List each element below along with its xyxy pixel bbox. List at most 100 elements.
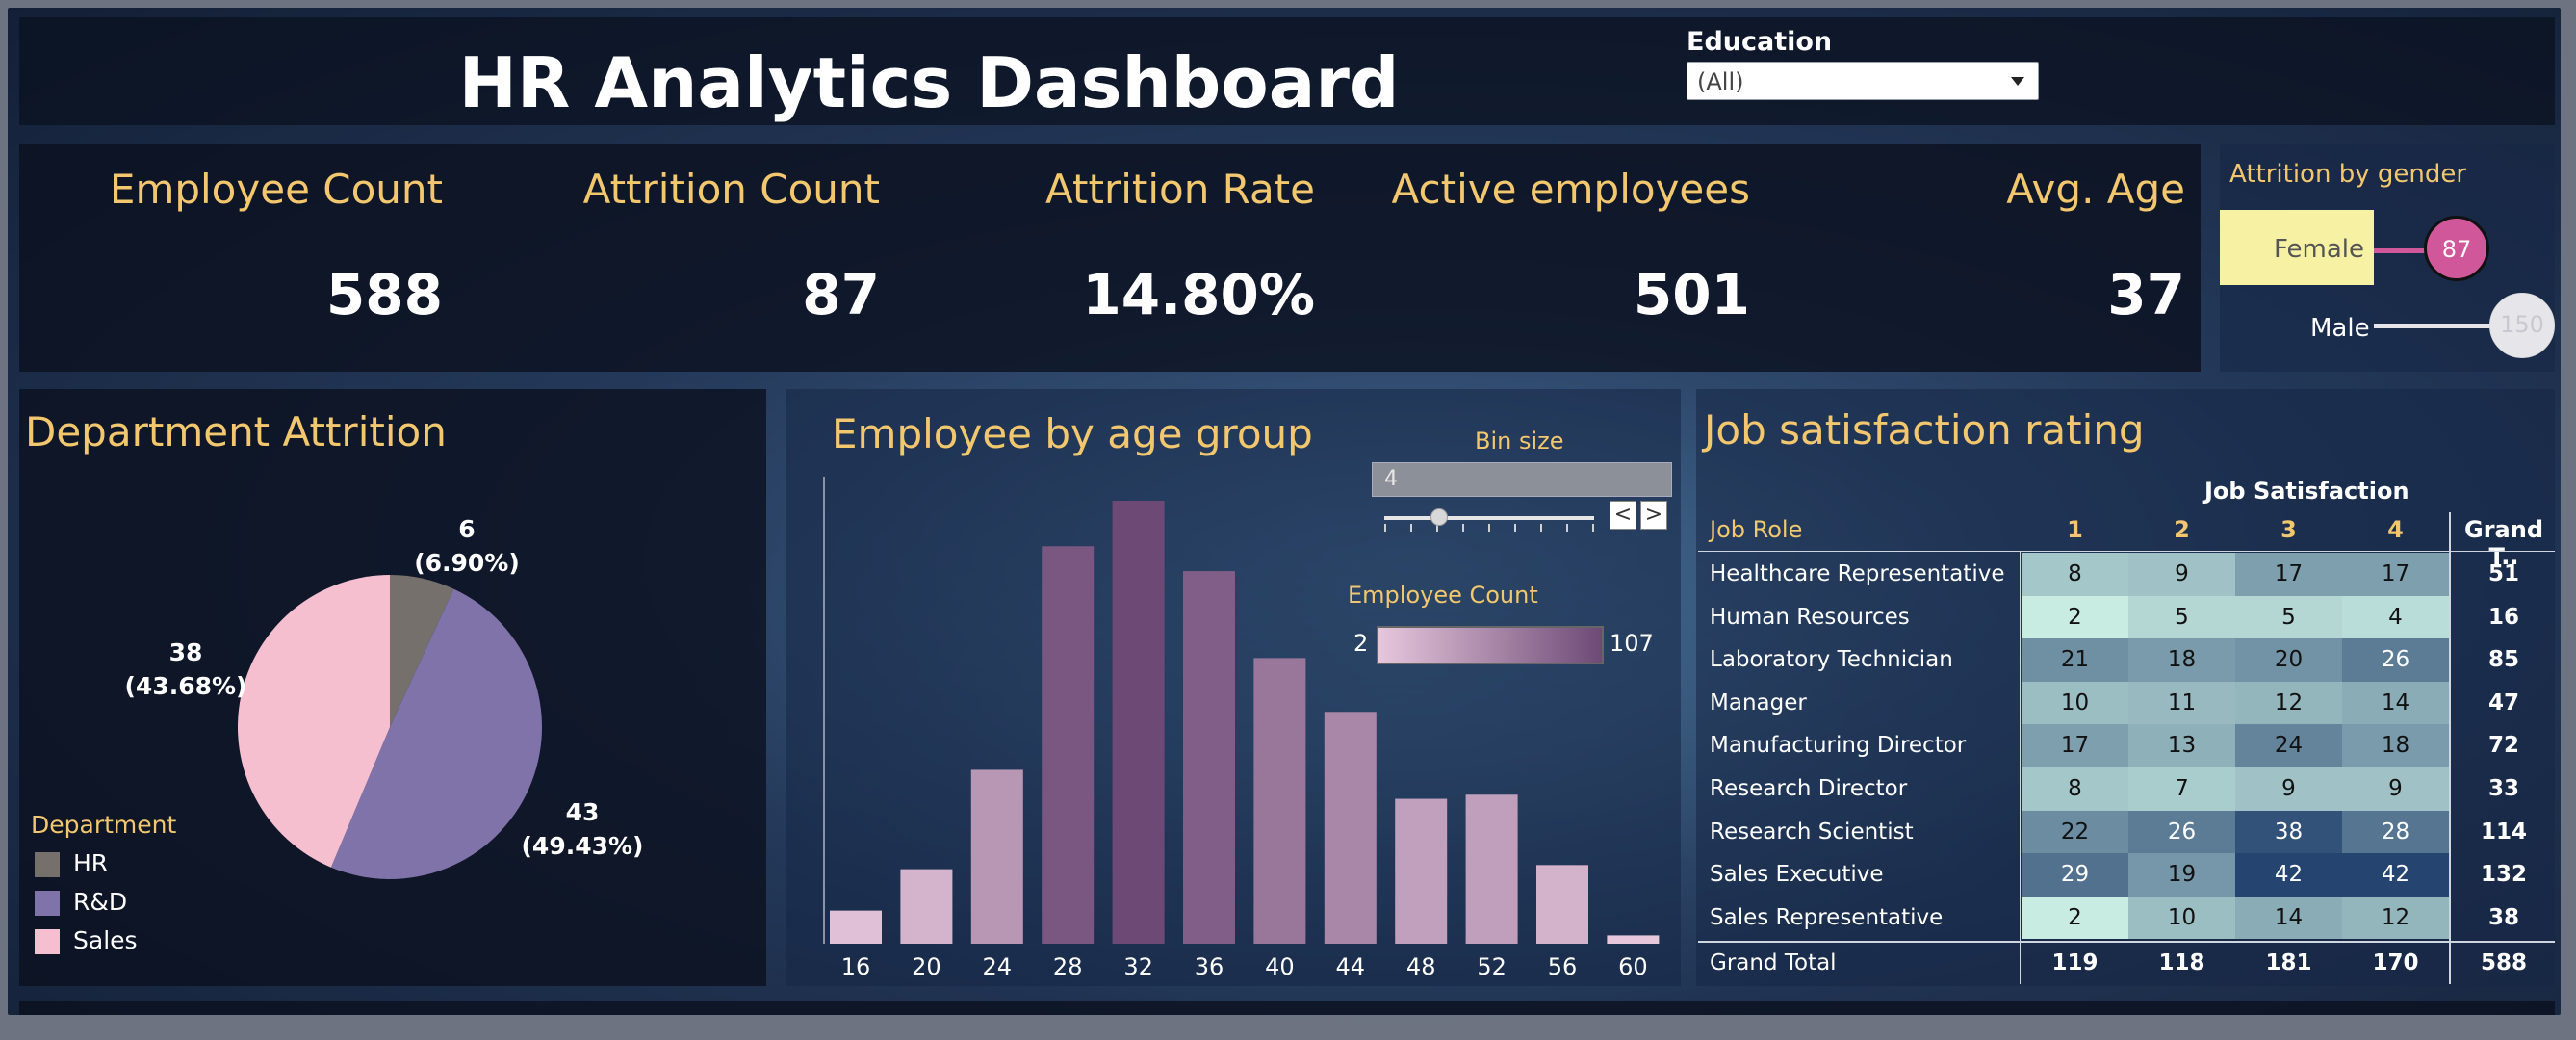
table-cell[interactable]: 9 [2128, 553, 2235, 596]
age-bar-36[interactable] [1183, 571, 1235, 944]
job-satisfaction-title: Job satisfaction rating [1704, 406, 2145, 454]
legend-swatch-rnd [35, 891, 60, 916]
table-cell[interactable]: 21 [2022, 638, 2128, 682]
legend-label-rnd: R&D [73, 888, 128, 916]
table-cell[interactable]: 12 [2235, 681, 2342, 725]
table-cell[interactable]: 13 [2128, 724, 2235, 767]
kpi-attrition-rate-value: 14.80% [1082, 262, 1315, 327]
age-bar-40[interactable] [1253, 658, 1306, 944]
grand-total-cell: 118 [2158, 950, 2205, 976]
table-cell[interactable]: 8 [2022, 553, 2128, 596]
table-cell[interactable]: 24 [2235, 724, 2342, 767]
employee-count-legend-title: Employee Count [1348, 582, 1538, 609]
gender-female-value[interactable]: 87 [2424, 216, 2489, 281]
kpi-avg-age-label: Avg. Age [2006, 166, 2185, 213]
column-header-3: 3 [2280, 516, 2297, 543]
table-cell[interactable]: 18 [2128, 638, 2235, 682]
table-row-role: Human Resources [1710, 604, 1910, 630]
table-cell[interactable]: 26 [2342, 638, 2449, 682]
job-satisfaction-group-header: Job Satisfaction [2204, 478, 2409, 505]
age-bar-44[interactable] [1324, 712, 1377, 944]
table-cell[interactable]: 5 [2128, 595, 2235, 639]
age-bar-28[interactable] [1042, 546, 1095, 944]
table-cell[interactable]: 22 [2022, 810, 2128, 854]
kpi-avg-age-value: 37 [2107, 262, 2185, 327]
table-cell[interactable]: 14 [2342, 681, 2449, 725]
age-tick-label-36: 36 [1195, 953, 1224, 980]
gender-female-line [2374, 248, 2432, 253]
kpi-employee-count-value: 588 [325, 262, 443, 327]
column-header-4: 4 [2387, 516, 2404, 543]
table-cell[interactable]: 38 [2235, 810, 2342, 854]
bin-size-next-button[interactable]: > [1640, 501, 1667, 530]
table-cell[interactable]: 26 [2128, 810, 2235, 854]
table-row-total: 38 [2487, 904, 2519, 930]
employee-count-legend-max: 107 [1610, 630, 1654, 657]
table-cell[interactable]: 17 [2342, 553, 2449, 596]
legend-label-hr: HR [73, 849, 109, 877]
table-cell[interactable]: 8 [2022, 767, 2128, 811]
pie-label-rnd: 43 (49.43%) [520, 795, 645, 863]
bin-size-prev-button[interactable]: < [1610, 501, 1636, 530]
table-cell[interactable]: 11 [2128, 681, 2235, 725]
table-cell[interactable]: 10 [2022, 681, 2128, 725]
table-cell[interactable]: 7 [2128, 767, 2235, 811]
age-bar-56[interactable] [1536, 865, 1588, 944]
kpi-attrition-rate-label: Attrition Rate [1045, 166, 1315, 213]
pie-label-sales-pct: (43.68%) [124, 672, 247, 700]
age-bar-52[interactable] [1465, 794, 1518, 944]
legend-item-hr[interactable]: HR [35, 849, 108, 877]
age-bar-chart: 16 20 24 28 32 36 40 44 48 52 56 60 [823, 477, 1660, 980]
age-bar-48[interactable] [1395, 798, 1448, 944]
table-cell[interactable]: 42 [2342, 853, 2449, 897]
legend-item-rnd[interactable]: R&D [35, 888, 127, 916]
table-row-total: 85 [2487, 647, 2519, 673]
pie-label-hr-pct: (6.90%) [414, 549, 520, 577]
education-filter-select[interactable]: (All) [1687, 62, 2039, 100]
age-bar-32[interactable] [1112, 501, 1165, 944]
kpi-active-employees-value: 501 [1633, 262, 1750, 327]
legend-item-sales[interactable]: Sales [35, 926, 138, 954]
table-cell[interactable]: 42 [2235, 853, 2342, 897]
table-cell[interactable]: 10 [2128, 896, 2235, 940]
age-bar-20[interactable] [900, 869, 953, 944]
table-cell[interactable]: 17 [2235, 553, 2342, 596]
age-tick-label-60: 60 [1618, 953, 1648, 980]
table-cell[interactable]: 5 [2235, 595, 2342, 639]
kpi-employee-count-label: Employee Count [109, 166, 443, 213]
table-cell[interactable]: 2 [2022, 595, 2128, 639]
table-role-divider [2020, 551, 2021, 984]
table-row-role: Sales Representative [1710, 904, 1944, 930]
age-bar-60[interactable] [1607, 935, 1660, 944]
grand-total-all: 588 [2480, 950, 2527, 976]
table-cell[interactable]: 14 [2235, 896, 2342, 940]
age-tick-label-44: 44 [1336, 953, 1366, 980]
age-bar-16[interactable] [830, 910, 882, 944]
table-cell[interactable]: 12 [2342, 896, 2449, 940]
table-cell[interactable]: 17 [2022, 724, 2128, 767]
table-cell[interactable]: 9 [2235, 767, 2342, 811]
bin-size-slider-track[interactable] [1384, 516, 1594, 520]
table-cell[interactable]: 2 [2022, 896, 2128, 940]
table-header-divider [1698, 551, 2555, 552]
table-cell[interactable]: 28 [2342, 810, 2449, 854]
table-cell[interactable]: 19 [2128, 853, 2235, 897]
table-row-role: Research Director [1710, 776, 1908, 801]
table-row-role: Laboratory Technician [1710, 647, 1953, 673]
table-cell[interactable]: 4 [2342, 595, 2449, 639]
table-cell[interactable]: 20 [2235, 638, 2342, 682]
pie-label-rnd-pct: (49.43%) [521, 832, 644, 860]
grand-total-cell: 119 [2051, 950, 2099, 976]
table-cell[interactable]: 18 [2342, 724, 2449, 767]
table-row-total: 114 [2480, 819, 2527, 845]
pie-label-hr-count: 6 [458, 515, 476, 543]
age-tick-label-28: 28 [1053, 953, 1083, 980]
page-title: HR Analytics Dashboard [458, 42, 1400, 123]
table-cell[interactable]: 29 [2022, 853, 2128, 897]
age-bar-24[interactable] [970, 769, 1023, 944]
gender-male-value[interactable]: 150 [2489, 293, 2555, 358]
bottom-panel-edge [19, 1001, 2555, 1015]
table-cell[interactable]: 9 [2342, 767, 2449, 811]
bin-size-slider-thumb[interactable] [1430, 508, 1448, 526]
bin-size-input[interactable]: 4 [1372, 462, 1672, 497]
